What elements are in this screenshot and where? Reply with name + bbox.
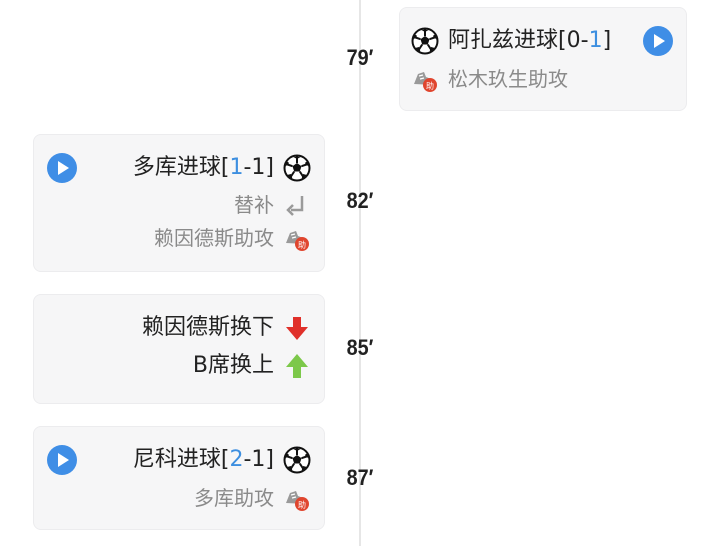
goal-text: 多库进球 <box>132 155 221 180</box>
sub-on-text: B席换上 <box>192 353 274 378</box>
score-separator: - <box>243 155 252 180</box>
svg-text:助: 助 <box>426 81 434 91</box>
assist-boot-icon: 助 <box>282 223 312 253</box>
score-separator: - <box>580 28 589 53</box>
score-bracket: [ <box>558 28 567 53</box>
goal-text: 尼科进球 <box>132 447 221 472</box>
minute-label: 79′ <box>346 45 374 70</box>
play-icon[interactable] <box>47 153 77 183</box>
soccer-ball-icon <box>410 26 440 56</box>
goal-row: 尼科进球 [ 2 - 1 ] <box>133 445 312 475</box>
soccer-ball-icon <box>282 445 312 475</box>
play-icon[interactable] <box>643 26 673 56</box>
substitute-label: 替补 <box>234 193 274 217</box>
goal-text: 阿扎兹进球 <box>448 28 559 53</box>
score-separator: - <box>243 447 252 472</box>
score-bracket: ] <box>265 155 274 180</box>
score-bracket: [ <box>220 447 230 472</box>
minute-label: 82′ <box>346 188 374 213</box>
arrow-up-icon <box>282 351 312 381</box>
score-away: 1 <box>251 155 266 180</box>
event-card-goal[interactable]: 尼科进球 [ 2 - 1 ] 多库助攻 助 <box>33 426 325 530</box>
assist-boot-icon: 助 <box>282 483 312 513</box>
assist-text: 多库助攻 <box>194 486 274 510</box>
substitution-return-icon <box>282 190 312 220</box>
score-home: 2 <box>229 447 244 472</box>
minute-label: 87′ <box>346 465 374 490</box>
score-away: 1 <box>588 28 603 53</box>
event-card-goal[interactable]: 多库进球 [ 1 - 1 ] 替补 赖因德斯助攻 助 <box>33 134 325 272</box>
soccer-ball-icon <box>282 153 312 183</box>
sub-on-row: B席换上 <box>193 351 312 381</box>
goal-row: 阿扎兹进球 [ 0 - 1 ] <box>410 26 611 56</box>
arrow-down-icon <box>282 313 312 343</box>
score-bracket: [ <box>220 155 230 180</box>
substitute-row: 替补 <box>234 190 312 220</box>
goal-row: 多库进球 [ 1 - 1 ] <box>133 153 312 183</box>
sub-off-row: 赖因德斯换下 <box>142 313 312 343</box>
score-bracket: ] <box>265 447 274 472</box>
score-home: 1 <box>229 155 244 180</box>
play-icon[interactable] <box>47 445 77 475</box>
assist-boot-icon: 助 <box>410 64 440 94</box>
score-bracket: ] <box>602 28 612 53</box>
event-card-substitution[interactable]: 赖因德斯换下 B席换上 <box>33 294 325 404</box>
svg-text:助: 助 <box>298 240 306 250</box>
assist-row: 多库助攻 助 <box>194 483 312 513</box>
score-away: 1 <box>251 447 266 472</box>
minute-label: 85′ <box>346 335 374 360</box>
score-home: 0 <box>566 28 581 53</box>
svg-text:助: 助 <box>298 500 306 510</box>
assist-row: 赖因德斯助攻 助 <box>154 223 312 253</box>
assist-text: 赖因德斯助攻 <box>154 226 274 250</box>
assist-row: 助 松木玖生助攻 <box>410 64 568 94</box>
event-card-goal[interactable]: 阿扎兹进球 [ 0 - 1 ] 助 松木玖生助攻 <box>399 7 687 111</box>
assist-text: 松木玖生助攻 <box>448 67 568 91</box>
sub-off-text: 赖因德斯换下 <box>141 315 274 340</box>
